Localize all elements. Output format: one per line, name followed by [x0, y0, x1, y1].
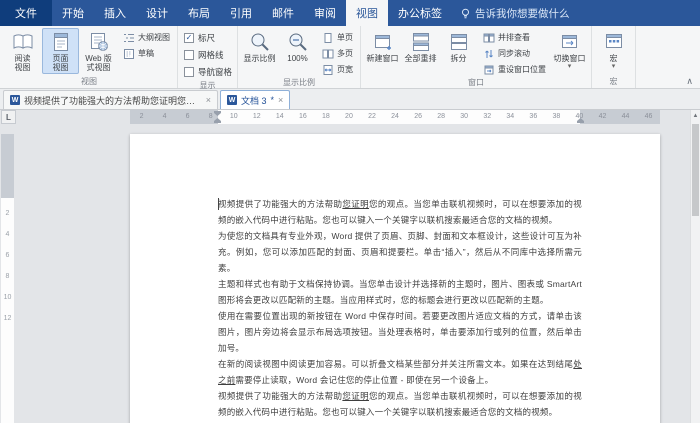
tab-office-tab[interactable]: 办公标签 — [388, 0, 452, 26]
switch-windows-icon — [559, 31, 581, 53]
tab-design[interactable]: 设计 — [136, 0, 178, 26]
document-tab-1[interactable]: W 视频提供了功能强大的方法帮助您证明您的观点.docx × — [3, 90, 218, 109]
arrange-all-button[interactable]: 全部重排 — [402, 28, 439, 74]
one-page-icon — [322, 32, 334, 44]
ruler-checkbox[interactable]: ✓ 标尺 — [184, 31, 232, 45]
scrollbar-thumb[interactable] — [692, 124, 699, 216]
draft-view-icon — [123, 48, 135, 60]
scroll-up-icon[interactable]: ▲ — [691, 110, 700, 122]
document-page[interactable]: 视频提供了功能强大的方法帮助您证明您的观点。当您单击联机视频时，可以在想要添加的… — [130, 134, 660, 423]
side-by-side-icon — [483, 32, 495, 44]
ribbon: 阅读视图 页面视图 Web 版式视图 大纲视图 — [0, 26, 700, 89]
paragraph: 在新的阅读视图中阅读更加容易。可以折叠文档某些部分并关注所需文本。如果在达到结尾… — [218, 356, 582, 388]
text-cursor — [218, 198, 219, 210]
outline-view-button[interactable]: 大纲视图 — [121, 31, 172, 44]
close-icon[interactable]: × — [206, 96, 211, 105]
paragraph: 为使您的文档具有专业外观，Word 提供了页眉、页脚、封面和文本框设计，这些设计… — [218, 228, 582, 276]
group-window: 新建窗口 全部重排 拆分 并排查看 — [361, 26, 592, 88]
document-tab-bar: W 视频提供了功能强大的方法帮助您证明您的观点.docx × W 文档 3 * … — [0, 89, 700, 110]
lightbulb-icon — [460, 8, 471, 19]
vertical-scrollbar[interactable]: ▲ — [690, 110, 700, 423]
word-doc-icon: W — [10, 95, 20, 105]
reset-position-icon — [483, 64, 495, 76]
navigation-pane-checkbox[interactable]: ✓ 导航窗格 — [184, 65, 232, 79]
zoom-100-icon — [287, 31, 309, 53]
split-button[interactable]: 拆分 — [440, 28, 477, 74]
tab-insert[interactable]: 插入 — [94, 0, 136, 26]
tell-me-box[interactable]: 告诉我你想要做什么 — [460, 0, 570, 26]
tab-home[interactable]: 开始 — [52, 0, 94, 26]
document-workspace: L 24681012141618202224262830323436384042… — [0, 110, 700, 423]
macros-button[interactable]: 宏 ▾ — [595, 28, 632, 74]
sync-scroll-icon — [483, 48, 495, 60]
horizontal-ruler: 2468101214161820222426283032343638404244… — [130, 110, 660, 124]
zoom-button[interactable]: 显示比例 — [241, 28, 278, 74]
paragraph: 使用在需要位置出现的新按钮在 Word 中保存时间。若要更改图片适应文档的方式，… — [218, 308, 582, 356]
tab-view[interactable]: 视图 — [346, 0, 388, 26]
tab-mailings[interactable]: 邮件 — [262, 0, 304, 26]
view-side-by-side-button[interactable]: 并排查看 — [481, 31, 548, 44]
one-page-button[interactable]: 单页 — [320, 31, 355, 44]
multiple-pages-icon — [322, 48, 334, 60]
new-window-icon — [372, 31, 394, 53]
document-text[interactable]: 视频提供了功能强大的方法帮助您证明您的观点。当您单击联机视频时，可以在想要添加的… — [218, 196, 582, 423]
web-layout-button[interactable]: Web 版式视图 — [80, 28, 117, 74]
dropdown-arrow-icon: ▾ — [612, 64, 616, 70]
tab-file[interactable]: 文件 — [0, 0, 52, 26]
collapse-ribbon-button[interactable]: ∧ — [686, 76, 693, 86]
web-layout-icon — [88, 31, 110, 53]
zoom-icon — [249, 31, 271, 53]
tab-stop-selector[interactable]: L — [1, 110, 16, 124]
print-layout-icon — [50, 31, 72, 53]
gridlines-checkbox[interactable]: ✓ 网格线 — [184, 48, 232, 62]
close-icon[interactable]: × — [278, 96, 283, 105]
synchronous-scrolling-button[interactable]: 同步滚动 — [481, 47, 548, 60]
tab-references[interactable]: 引用 — [220, 0, 262, 26]
switch-windows-button[interactable]: 切换窗口 ▾ — [551, 28, 588, 74]
document-tab-2[interactable]: W 文档 3 * × — [220, 90, 290, 109]
group-label-show: 显示 — [181, 79, 234, 92]
read-mode-button[interactable]: 阅读视图 — [4, 28, 41, 74]
checkbox-icon: ✓ — [184, 50, 194, 60]
group-label-macros: 宏 — [595, 75, 632, 88]
modified-indicator: * — [271, 95, 275, 105]
paragraph: 主题和样式也有助于文档保持协调。当您单击设计并选择新的主题时，图片、图表或 Sm… — [218, 276, 582, 308]
group-label-views: 视图 — [4, 75, 174, 88]
outline-view-icon — [123, 32, 135, 44]
paragraph: 视频提供了功能强大的方法帮助您证明您的观点。当您单击联机视频时，可以在想要添加的… — [218, 388, 582, 420]
page-width-button[interactable]: 页宽 — [320, 63, 355, 76]
reading-view-icon — [12, 31, 34, 53]
vertical-ruler: 24681012 — [1, 134, 14, 423]
group-show: ✓ 标尺 ✓ 网格线 ✓ 导航窗格 显示 — [178, 26, 238, 88]
tab-review[interactable]: 审阅 — [304, 0, 346, 26]
dropdown-arrow-icon: ▾ — [568, 64, 572, 70]
draft-view-button[interactable]: 草稿 — [121, 47, 172, 60]
group-views: 阅读视图 页面视图 Web 版式视图 大纲视图 — [1, 26, 178, 88]
reset-window-position-button[interactable]: 重设窗口位置 — [481, 63, 548, 76]
multiple-pages-button[interactable]: 多页 — [320, 47, 355, 60]
macros-icon — [603, 31, 625, 53]
new-window-button[interactable]: 新建窗口 — [364, 28, 401, 74]
checkbox-icon: ✓ — [184, 33, 194, 43]
group-zoom: 显示比例 100% 单页 多页 — [238, 26, 361, 88]
split-icon — [448, 31, 470, 53]
ribbon-tab-bar: 文件 开始 插入 设计 布局 引用 邮件 审阅 视图 办公标签 告诉我你想要做什… — [0, 0, 700, 26]
page-width-icon — [322, 64, 334, 76]
paragraph: 视频提供了功能强大的方法帮助您证明您的观点。当您单击联机视频时，可以在想要添加的… — [218, 196, 582, 228]
print-layout-button[interactable]: 页面视图 — [42, 28, 79, 74]
checkbox-icon: ✓ — [184, 67, 194, 77]
arrange-all-icon — [410, 31, 432, 53]
word-doc-icon: W — [227, 95, 237, 105]
group-label-window: 窗口 — [364, 76, 588, 89]
group-macros: 宏 ▾ 宏 — [592, 26, 636, 88]
group-label-zoom: 显示比例 — [241, 76, 357, 89]
zoom-100-button[interactable]: 100% — [279, 28, 316, 74]
tab-layout[interactable]: 布局 — [178, 0, 220, 26]
